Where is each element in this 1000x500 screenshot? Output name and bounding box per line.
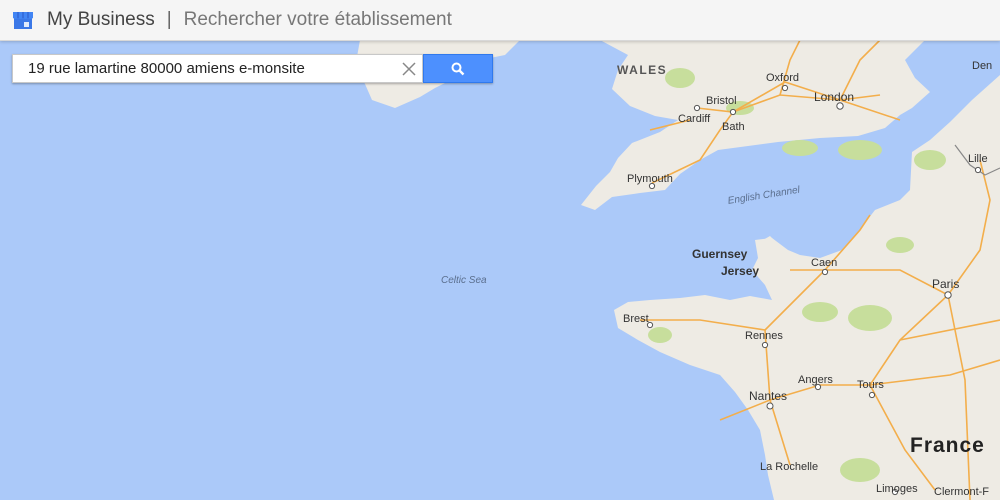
search-bar xyxy=(12,54,493,83)
map-label-cardiff: Cardiff xyxy=(678,113,711,125)
page-subtitle: Rechercher votre établissement xyxy=(183,9,452,30)
map-label-jersey: Jersey xyxy=(721,264,760,278)
store-icon[interactable] xyxy=(12,10,34,30)
app-title: My Business xyxy=(47,9,155,30)
map-label-caen: Caen xyxy=(811,257,838,269)
map-label-angers: Angers xyxy=(798,374,833,386)
close-icon xyxy=(402,61,416,76)
map-label-tours: Tours xyxy=(857,379,884,391)
map-label-paris: Paris xyxy=(932,277,960,291)
map-label-den: Den xyxy=(972,60,993,72)
map-label-nantes: Nantes xyxy=(749,389,788,403)
map-label-celtic-sea: Celtic Sea xyxy=(441,275,487,286)
map-label-guernsey: Guernsey xyxy=(692,247,748,261)
map-canvas[interactable] xyxy=(0,40,1000,500)
map-label-clermont: Clermont-F xyxy=(934,486,990,498)
search-box xyxy=(12,54,423,83)
clear-search-button[interactable] xyxy=(396,55,422,82)
search-input[interactable] xyxy=(13,54,396,83)
search-button[interactable] xyxy=(423,54,493,83)
app-header: My Business | Rechercher votre établisse… xyxy=(0,0,1000,41)
title-separator: | xyxy=(166,9,172,30)
search-icon xyxy=(451,62,465,75)
map-label-bristol: Bristol xyxy=(706,95,737,107)
map-label-oxford: Oxford xyxy=(766,72,800,84)
map-label-bath: Bath xyxy=(722,121,745,133)
map-label-limoges: Limoges xyxy=(876,483,918,495)
map-label-plymouth: Plymouth xyxy=(627,173,673,185)
map-label-wales: WALES xyxy=(617,63,668,77)
map-label-la-rochelle: La Rochelle xyxy=(760,461,819,473)
map-label-london: London xyxy=(814,90,855,104)
map-label-brest: Brest xyxy=(623,313,649,325)
map-label-france: France xyxy=(910,434,985,457)
map-label-lille: Lille xyxy=(968,153,988,165)
map-label-rennes: Rennes xyxy=(745,330,783,342)
